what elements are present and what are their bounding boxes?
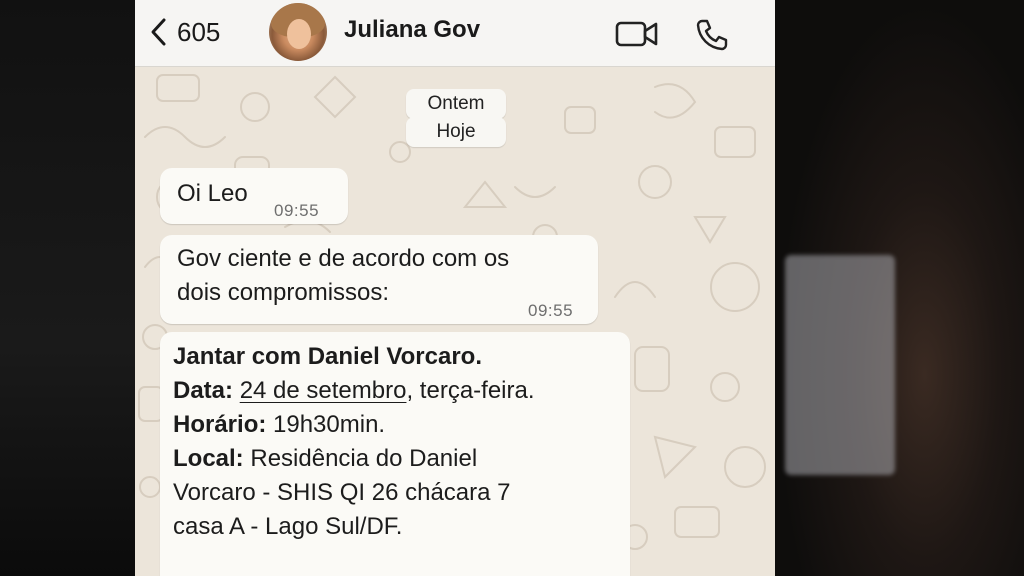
message-bubble[interactable]: Gov ciente e de acordo com os dois compr…: [160, 235, 598, 324]
background-glare: [785, 255, 895, 475]
back-button[interactable]: 605: [149, 12, 220, 52]
date-label: Data:: [173, 377, 234, 404]
horario-value: 19h30min.: [266, 411, 386, 438]
message-bubble[interactable]: Jantar com Daniel Vorcaro. Data: 24 de s…: [160, 332, 630, 576]
message-location-line: casa A - Lago Sul/DF.: [173, 513, 403, 540]
local-value: Residência do Daniel: [243, 445, 478, 472]
date-label-ontem: Ontem: [406, 89, 506, 119]
horario-label: Horário:: [173, 411, 267, 438]
message-time: 09:55: [274, 201, 320, 220]
chat-header: 605 Juliana Gov: [135, 0, 775, 67]
date-label-hoje: Hoje: [406, 117, 506, 147]
chat-area[interactable]: Ontem Hoje Oi Leo 09:55 Gov ciente e de …: [135, 67, 775, 576]
message-text-line: Gov ciente e de acordo com os: [177, 245, 510, 272]
message-location-line: Vorcaro - SHIS QI 26 chácara 7: [173, 479, 511, 506]
date-link[interactable]: 24 de setembro: [240, 377, 407, 404]
video-camera-icon[interactable]: [615, 19, 659, 49]
message-text-line: dois compromissos:: [177, 279, 390, 306]
date-rest: , terça-feira.: [406, 377, 535, 404]
message-title: Jantar com Daniel Vorcaro.: [173, 343, 482, 370]
phone-icon[interactable]: [695, 18, 729, 52]
chevron-left-icon: [151, 18, 166, 46]
message-bubble[interactable]: Oi Leo 09:55: [160, 168, 348, 224]
background-left: [0, 0, 135, 576]
local-label: Local:: [173, 445, 244, 472]
message-time: 09:55: [528, 301, 574, 320]
message-time-line: Horário: 19h30min.: [173, 408, 535, 442]
message-text: Oi Leo: [177, 180, 248, 207]
unread-count: 605: [177, 16, 221, 47]
contact-name[interactable]: Juliana Gov: [344, 16, 480, 44]
phone-screen: 605 Juliana Gov Ontem Hoje Oi Leo 09:55 …: [135, 0, 775, 576]
avatar[interactable]: [269, 3, 327, 61]
message-location-line: Local: Residência do Daniel: [173, 442, 535, 476]
message-date-line: Data: 24 de setembro, terça-feira.: [173, 374, 535, 408]
